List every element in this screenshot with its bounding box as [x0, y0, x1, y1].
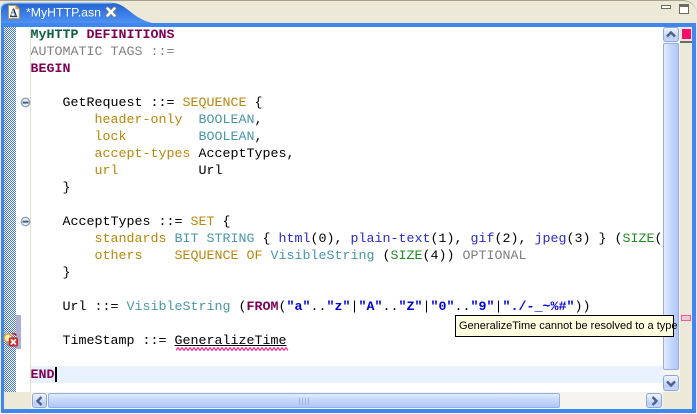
svg-text:*MyHTTP.asn: *MyHTTP.asn [26, 6, 101, 20]
